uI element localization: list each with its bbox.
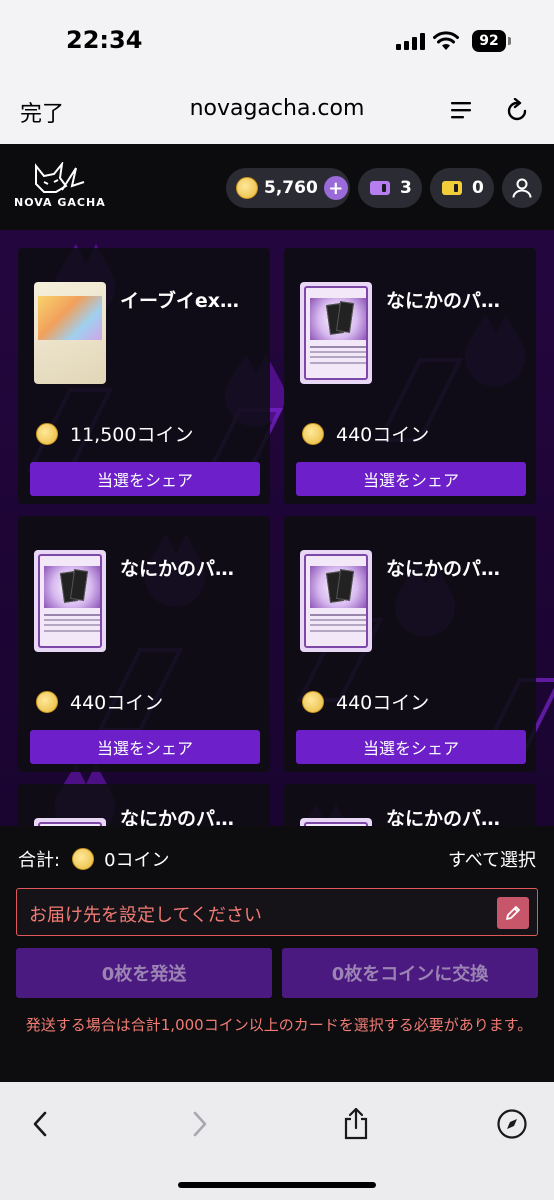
share-win-button[interactable]: 当選をシェア	[30, 730, 260, 764]
shipping-panel: 合計: 0コイン すべて選択 お届け先を設定してください 0枚を発送 0枚をコイ…	[0, 826, 554, 1082]
share-win-button[interactable]: 当選をシェア	[296, 730, 526, 764]
card-artwork	[38, 296, 102, 340]
pencil-icon	[506, 906, 520, 920]
reload-icon[interactable]	[504, 98, 530, 124]
back-button[interactable]	[20, 1104, 60, 1144]
share-button[interactable]	[336, 1104, 376, 1144]
logo-text: NOVA GACHA	[14, 196, 106, 209]
card-image-eevee-ex[interactable]	[34, 282, 106, 384]
card-item[interactable]: なにかのパ… 440コイン 当選をシェア	[284, 248, 536, 504]
share-win-button[interactable]: 当選をシェア	[30, 462, 260, 496]
done-button[interactable]: 完了	[20, 96, 64, 128]
card-item[interactable]: なにかのパ… 440コイン 当選をシェア	[284, 516, 536, 772]
shipping-address-field[interactable]: お届け先を設定してください	[16, 888, 538, 936]
card-image-pack[interactable]	[34, 550, 106, 652]
card-price: 11,500コイン	[36, 420, 193, 447]
minimum-shipping-warning: 発送する場合は合計1,000コイン以上のカードを選択する必要があります。	[25, 1016, 533, 1034]
coin-balance[interactable]: 5,760 +	[226, 168, 350, 208]
card-image-pack[interactable]	[300, 282, 372, 384]
forward-button[interactable]	[180, 1104, 220, 1144]
card-item[interactable]: なにかのパ… 440コイン 当選をシェア	[18, 516, 270, 772]
card-name: なにかのパ…	[386, 558, 501, 580]
browser-top-bar: 完了 novagacha.com	[0, 80, 554, 144]
cellular-signal-icon	[396, 32, 425, 50]
coin-icon	[302, 422, 324, 445]
card-image-pack[interactable]	[300, 550, 372, 652]
app-container: NOVA GACHA 5,760 + 3 0 イーブイex… 11,500コイン…	[0, 144, 554, 1082]
card-price-value: 440コイン	[336, 692, 430, 714]
app-header: NOVA GACHA 5,760 + 3 0	[0, 144, 554, 230]
address-placeholder: お届け先を設定してください	[29, 905, 262, 926]
card-price: 440コイン	[302, 688, 429, 715]
yellow-ticket-count[interactable]: 0	[430, 168, 494, 208]
ship-button[interactable]: 0枚を発送	[16, 948, 272, 998]
total-label: 合計:	[18, 850, 61, 871]
reader-menu-icon[interactable]	[448, 98, 474, 124]
compass-icon	[497, 1109, 527, 1139]
total-value: 0コイン	[104, 850, 170, 871]
total-summary: 合計: 0コイン	[18, 846, 170, 872]
card-name: なにかのパ…	[386, 290, 501, 312]
home-indicator	[178, 1182, 376, 1188]
user-menu-button[interactable]	[502, 168, 542, 208]
coin-icon	[302, 690, 324, 713]
card-name: イーブイex…	[120, 290, 240, 312]
coin-icon	[36, 422, 58, 445]
card-price: 440コイン	[302, 420, 429, 447]
edit-address-button[interactable]	[497, 897, 529, 929]
status-time: 22:34	[66, 26, 143, 54]
add-coins-button[interactable]: +	[323, 176, 348, 200]
wifi-icon	[433, 31, 459, 50]
user-icon	[512, 178, 532, 198]
coin-balance-value: 5,760	[264, 178, 318, 198]
share-win-button[interactable]: 当選をシェア	[296, 462, 526, 496]
exchange-to-coins-button[interactable]: 0枚をコインに交換	[282, 948, 538, 998]
coin-icon	[236, 177, 258, 199]
coin-icon	[36, 690, 58, 713]
card-item[interactable]: イーブイex… 11,500コイン 当選をシェア	[18, 248, 270, 504]
purple-ticket-count[interactable]: 3	[358, 168, 422, 208]
yellow-ticket-value: 0	[472, 178, 484, 198]
purple-ticket-value: 3	[400, 178, 412, 198]
status-bar: 22:34 92	[0, 0, 554, 80]
compass-button[interactable]	[492, 1104, 532, 1144]
select-all-link[interactable]: すべて選択	[448, 846, 536, 872]
card-price: 440コイン	[36, 688, 163, 715]
coin-icon	[72, 848, 95, 870]
url-text[interactable]: novagacha.com	[190, 96, 365, 121]
card-name: なにかのパ…	[120, 558, 235, 580]
chevron-left-icon	[33, 1111, 47, 1137]
share-icon	[344, 1107, 368, 1140]
chevron-right-icon	[193, 1111, 207, 1137]
yellow-ticket-icon	[442, 181, 462, 195]
browser-bottom-toolbar	[0, 1082, 554, 1200]
purple-ticket-icon	[370, 181, 390, 195]
card-price-value: 440コイン	[70, 692, 164, 714]
battery-indicator: 92	[472, 30, 511, 52]
card-price-value: 11,500コイン	[70, 424, 194, 446]
card-price-value: 440コイン	[336, 424, 430, 446]
